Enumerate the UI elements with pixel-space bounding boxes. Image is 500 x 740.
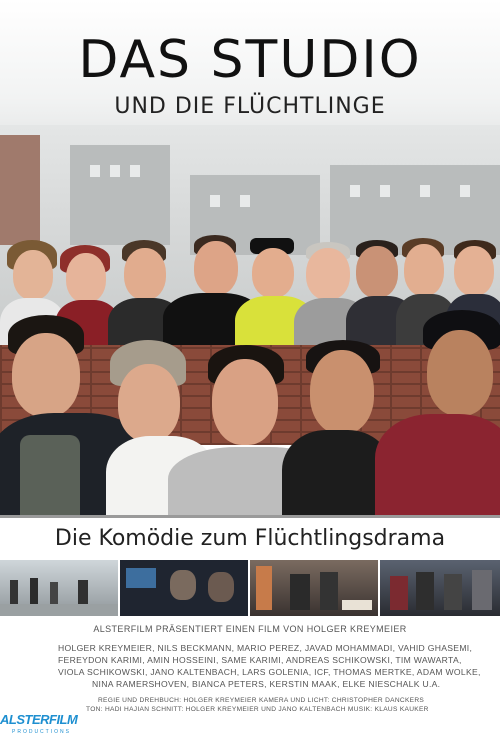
alsterfilm-logo: ALSTERFILM PRODUCTIONS (0, 712, 100, 738)
cast-line: FEREYDON KARIMI, AMIN HOSSEINI, SAME KAR… (58, 655, 462, 665)
film-still (380, 560, 500, 616)
film-still (120, 560, 248, 616)
crew-credits: REGIE UND DREHBUCH: HOLGER KREYMEIER KAM… (86, 696, 466, 714)
film-still (250, 560, 378, 616)
crew-line: TON: HADI HAJIAN SCHNITT: HOLGER KREYMEI… (86, 706, 429, 713)
presents-line: ALSTERFILM PRÄSENTIERT EINEN FILM VON HO… (93, 624, 407, 634)
cast-line: VIOLA SCHIKOWSKI, JANO KALTENBACH, LARS … (58, 667, 481, 677)
poster-subtitle: UND DIE FLÜCHTLINGE (114, 94, 386, 119)
section-divider (0, 515, 500, 518)
logo-subtitle: PRODUCTIONS (12, 729, 71, 735)
cast-line: HOLGER KREYMEIER, NILS BECKMANN, MARIO P… (58, 643, 473, 653)
film-still (0, 560, 118, 616)
movie-poster: DAS STUDIO UND DIE FLÜCHTLINGE Die Komöd… (0, 0, 500, 740)
poster-tagline: Die Komödie zum Flüchtlingsdrama (54, 526, 446, 551)
cast-front-row (0, 310, 500, 515)
cast-list: HOLGER KREYMEIER, NILS BECKMANN, MARIO P… (58, 642, 481, 690)
cast-line: NINA RAMERSHOVEN, BIANCA PETERS, KERSTIN… (92, 679, 441, 689)
poster-title: DAS STUDIO (78, 30, 422, 90)
logo-wordmark: ALSTERFILM (0, 712, 78, 727)
crew-line: REGIE UND DREHBUCH: HOLGER KREYMEIER KAM… (98, 697, 425, 704)
